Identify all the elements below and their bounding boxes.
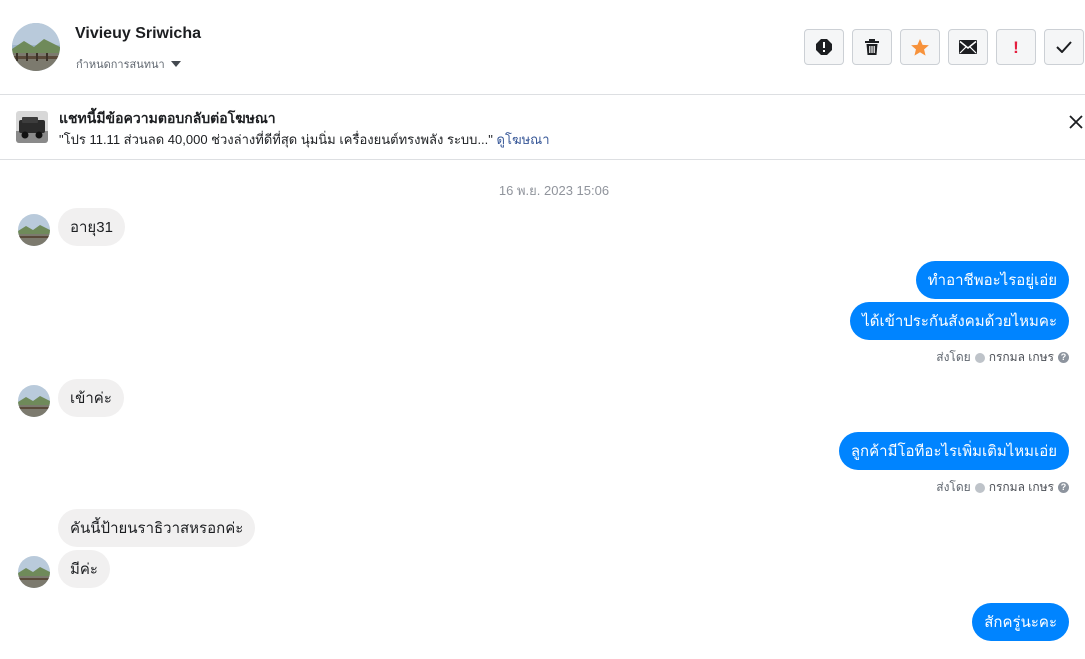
- conversation-timestamp: 16 พ.ย. 2023 15:06: [498, 183, 610, 198]
- close-icon: [1069, 115, 1083, 133]
- contact-avatar-small[interactable]: [18, 214, 50, 246]
- important-icon: !: [1013, 37, 1019, 57]
- ad-banner-text: "โปร 11.11 ส่วนลด 40,000 ช่วงล่างที่ดีที…: [59, 129, 550, 150]
- delete-button[interactable]: [852, 29, 892, 65]
- ad-banner-title: แชทนี้มีข้อความตอบกลับต่อโฆษณา: [59, 110, 276, 126]
- envelope-icon: [959, 40, 977, 54]
- sent-by-label: ส่งโดย: [936, 350, 971, 364]
- outgoing-message[interactable]: สักครู่นะคะ: [972, 603, 1069, 641]
- ad-thumbnail[interactable]: [16, 111, 48, 143]
- sent-by-user[interactable]: กรกมล เกษร: [989, 348, 1054, 367]
- view-ad-link[interactable]: ดูโฆษณา: [497, 132, 550, 147]
- sent-by-info: ส่งโดย กรกมล เกษร ?: [936, 348, 1069, 367]
- help-icon[interactable]: ?: [1058, 482, 1069, 493]
- verified-check-icon: [974, 352, 985, 363]
- contact-name[interactable]: Vivieuy Sriwicha: [75, 25, 201, 43]
- incoming-message[interactable]: เข้าค่ะ: [58, 379, 124, 417]
- star-button[interactable]: [900, 29, 940, 65]
- contact-avatar-small[interactable]: [18, 556, 50, 588]
- report-button[interactable]: [804, 29, 844, 65]
- contact-avatar-small[interactable]: [18, 385, 50, 417]
- conversation-header: Vivieuy Sriwicha กำหนดการสนทนา !: [0, 0, 1085, 95]
- outgoing-message[interactable]: ลูกค้ามีโอทีอะไรเพิ่มเติมไหมเอ่ย: [838, 432, 1069, 470]
- verified-check-icon: [974, 482, 985, 493]
- sent-by-user[interactable]: กรกมล เกษร: [989, 478, 1054, 497]
- contact-avatar[interactable]: [12, 23, 60, 71]
- conversation-settings-dropdown[interactable]: กำหนดการสนทนา: [76, 55, 181, 73]
- sent-by-info: ส่งโดย กรกมล เกษร ?: [936, 478, 1069, 497]
- mark-done-button[interactable]: [1044, 29, 1084, 65]
- outgoing-message[interactable]: ทำอาชีพอะไรอยู่เอ่ย: [915, 261, 1069, 299]
- sent-by-label: ส่งโดย: [936, 480, 971, 494]
- help-icon[interactable]: ?: [1058, 352, 1069, 363]
- header-actions: !: [804, 29, 1084, 65]
- conversation-settings-label: กำหนดการสนทนา: [76, 59, 165, 71]
- report-spam-icon: [816, 39, 832, 55]
- mark-unread-button[interactable]: [948, 29, 988, 65]
- star-icon: [911, 38, 929, 56]
- close-banner-button[interactable]: [1069, 115, 1085, 133]
- follow-up-button[interactable]: !: [996, 29, 1036, 65]
- trash-icon: [865, 39, 879, 55]
- checkmark-icon: [1056, 41, 1072, 53]
- ad-quote: "โปร 11.11 ส่วนลด 40,000 ช่วงล่างที่ดีที…: [59, 132, 493, 147]
- incoming-message[interactable]: คันนี้ป้ายนราธิวาสหรอกค่ะ: [58, 509, 256, 547]
- incoming-message[interactable]: อายุ31: [58, 208, 125, 246]
- ad-reply-banner: แชทนี้มีข้อความตอบกลับต่อโฆษณา "โปร 11.1…: [0, 95, 1085, 160]
- caret-down-icon: [170, 61, 181, 67]
- incoming-message[interactable]: มีค่ะ: [58, 550, 110, 588]
- outgoing-message[interactable]: ได้เข้าประกันสังคมด้วยไหมคะ: [850, 302, 1069, 340]
